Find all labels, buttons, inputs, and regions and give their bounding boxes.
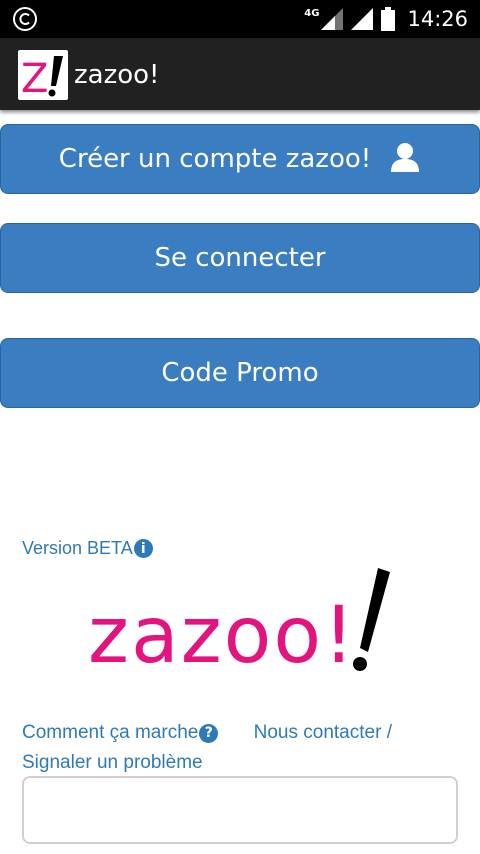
wifi-signal-icon [351,8,374,30]
logo-letter: Z [21,56,48,100]
clock: 14:26 [407,7,468,31]
copyright-icon [13,7,37,31]
help-icon[interactable]: ? [199,723,219,743]
how-it-works-label: Comment ça marche [22,722,199,743]
cellular-signal-icon [321,8,344,30]
status-indicators: 4G 14:26 [304,0,468,38]
footer-links: Comment ça marche ? Nous contacter / Sig… [22,718,462,778]
user-icon [391,143,420,172]
zazoo-wordmark-logo: zazoo! [88,568,390,680]
how-it-works-link[interactable]: Comment ça marche ? [22,718,219,748]
promo-code-button[interactable]: Code Promo [0,338,480,408]
report-problem-link[interactable]: Signaler un problème [22,752,203,773]
report-problem-input[interactable] [22,776,458,844]
wordmark-text: zazoo! [88,591,356,680]
contact-link[interactable]: Nous contacter / [254,722,392,743]
promo-code-label: Code Promo [161,358,319,388]
login-label: Se connecter [154,243,326,273]
create-account-button[interactable]: Créer un compte zazoo! [0,124,480,194]
app-bar: Z zazoo! [0,38,480,110]
version-label: Version BETA [22,538,133,558]
network-type-label: 4G [304,7,320,19]
info-icon[interactable]: i [133,539,153,558]
app-logo[interactable]: Z [18,50,68,100]
status-bar: 4G 14:26 [0,0,480,38]
login-button[interactable]: Se connecter [0,223,480,293]
battery-icon [381,7,396,31]
app-title: zazoo! [74,60,160,90]
zazoo-logo-icon: Z [21,56,63,100]
create-account-label: Créer un compte zazoo! [58,144,372,174]
version-info[interactable]: Version BETA i [22,538,153,559]
